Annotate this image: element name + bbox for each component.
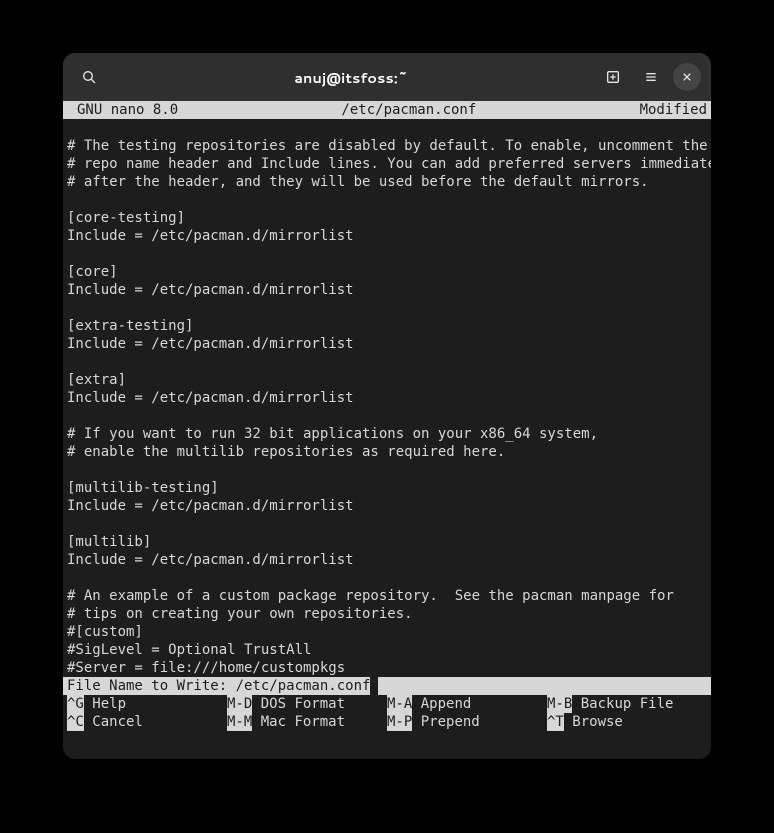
nano-footer: File Name to Write: /etc/pacman.conf ^G … — [63, 677, 711, 731]
nano-app-name: GNU nano 8.0 — [77, 101, 178, 119]
cursor-gap — [370, 677, 378, 695]
editor-line — [67, 353, 707, 371]
shortcut-cell[interactable]: M-A Append — [387, 695, 547, 713]
editor-line: Include = /etc/pacman.d/mirrorlist — [67, 497, 707, 515]
editor-line: Include = /etc/pacman.d/mirrorlist — [67, 389, 707, 407]
shortcut-label: Mac Format — [252, 713, 345, 731]
editor-line: Include = /etc/pacman.d/mirrorlist — [67, 281, 707, 299]
editor-line: # The testing repositories are disabled … — [67, 137, 707, 155]
editor-line — [67, 461, 707, 479]
shortcut-label: Backup File — [572, 695, 673, 713]
close-icon[interactable] — [673, 63, 701, 91]
editor-line — [67, 569, 707, 587]
editor-line: #[custom] — [67, 623, 707, 641]
new-tab-icon[interactable] — [597, 61, 629, 93]
editor-line: # tips on creating your own repositories… — [67, 605, 707, 623]
nano-filename: /etc/pacman.conf — [178, 101, 639, 119]
editor-line — [67, 191, 707, 209]
write-filename-input[interactable]: /etc/pacman.conf — [236, 677, 371, 695]
editor-line: [multilib-testing] — [67, 479, 707, 497]
shortcut-key: ^T — [547, 713, 564, 731]
editor-line: [extra-testing] — [67, 317, 707, 335]
editor-line: Include = /etc/pacman.d/mirrorlist — [67, 335, 707, 353]
shortcut-rows: ^G HelpM-D DOS FormatM-A AppendM-B Backu… — [63, 695, 711, 731]
editor-line: #Server = file:///home/custompkgs — [67, 659, 707, 677]
shortcut-label: Append — [412, 695, 471, 713]
shortcut-row: ^C CancelM-M Mac FormatM-P Prepend^T Bro… — [67, 713, 711, 731]
terminal-content[interactable]: GNU nano 8.0 /etc/pacman.conf Modified #… — [63, 101, 711, 759]
editor-line: # An example of a custom package reposit… — [67, 587, 707, 605]
editor-line: [extra] — [67, 371, 707, 389]
editor-line — [67, 407, 707, 425]
nano-header: GNU nano 8.0 /etc/pacman.conf Modified — [63, 101, 711, 119]
editor-line — [67, 119, 707, 137]
shortcut-cell[interactable]: M-B Backup File — [547, 695, 707, 713]
shortcut-label: DOS Format — [252, 695, 345, 713]
shortcut-cell[interactable]: M-M Mac Format — [227, 713, 387, 731]
window-title: anuj@itsfoss:~ — [105, 67, 597, 88]
shortcut-row: ^G HelpM-D DOS FormatM-A AppendM-B Backu… — [67, 695, 711, 713]
shortcut-key: ^C — [67, 713, 84, 731]
write-filename-bar[interactable]: File Name to Write: /etc/pacman.conf — [63, 677, 711, 695]
shortcut-cell[interactable]: ^C Cancel — [67, 713, 227, 731]
titlebar: anuj@itsfoss:~ — [63, 53, 711, 101]
search-icon[interactable] — [73, 61, 105, 93]
shortcut-cell[interactable]: M-P Prepend — [387, 713, 547, 731]
editor-line: [core] — [67, 263, 707, 281]
terminal-window: anuj@itsfoss:~ GNU nano 8.0 /etc/pacman.… — [63, 53, 711, 759]
shortcut-key: M-D — [227, 695, 252, 713]
shortcut-key: M-P — [387, 713, 412, 731]
shortcut-label: Cancel — [84, 713, 143, 731]
editor-line: #SigLevel = Optional TrustAll — [67, 641, 707, 659]
editor-line: [multilib] — [67, 533, 707, 551]
shortcut-label: Prepend — [412, 713, 479, 731]
shortcut-key: M-B — [547, 695, 572, 713]
nano-status: Modified — [640, 101, 707, 119]
shortcut-cell[interactable]: ^T Browse — [547, 713, 707, 731]
editor-line — [67, 515, 707, 533]
shortcut-cell[interactable]: ^G Help — [67, 695, 227, 713]
shortcut-key: M-M — [227, 713, 252, 731]
editor-line: # repo name header and Include lines. Yo… — [67, 155, 707, 173]
editor-line: # enable the multilib repositories as re… — [67, 443, 707, 461]
editor-line: # after the header, and they will be use… — [67, 173, 707, 191]
shortcut-cell[interactable]: M-D DOS Format — [227, 695, 387, 713]
editor-line: [core-testing] — [67, 209, 707, 227]
shortcut-key: ^G — [67, 695, 84, 713]
editor-line: Include = /etc/pacman.d/mirrorlist — [67, 227, 707, 245]
write-filename-label: File Name to Write: — [67, 677, 236, 695]
editor-body[interactable]: # The testing repositories are disabled … — [63, 119, 711, 677]
editor-line — [67, 299, 707, 317]
shortcut-key: M-A — [387, 695, 412, 713]
shortcut-label: Help — [84, 695, 126, 713]
editor-line: # If you want to run 32 bit applications… — [67, 425, 707, 443]
shortcut-label: Browse — [564, 713, 623, 731]
menu-icon[interactable] — [635, 61, 667, 93]
editor-line — [67, 245, 707, 263]
editor-line: Include = /etc/pacman.d/mirrorlist — [67, 551, 707, 569]
